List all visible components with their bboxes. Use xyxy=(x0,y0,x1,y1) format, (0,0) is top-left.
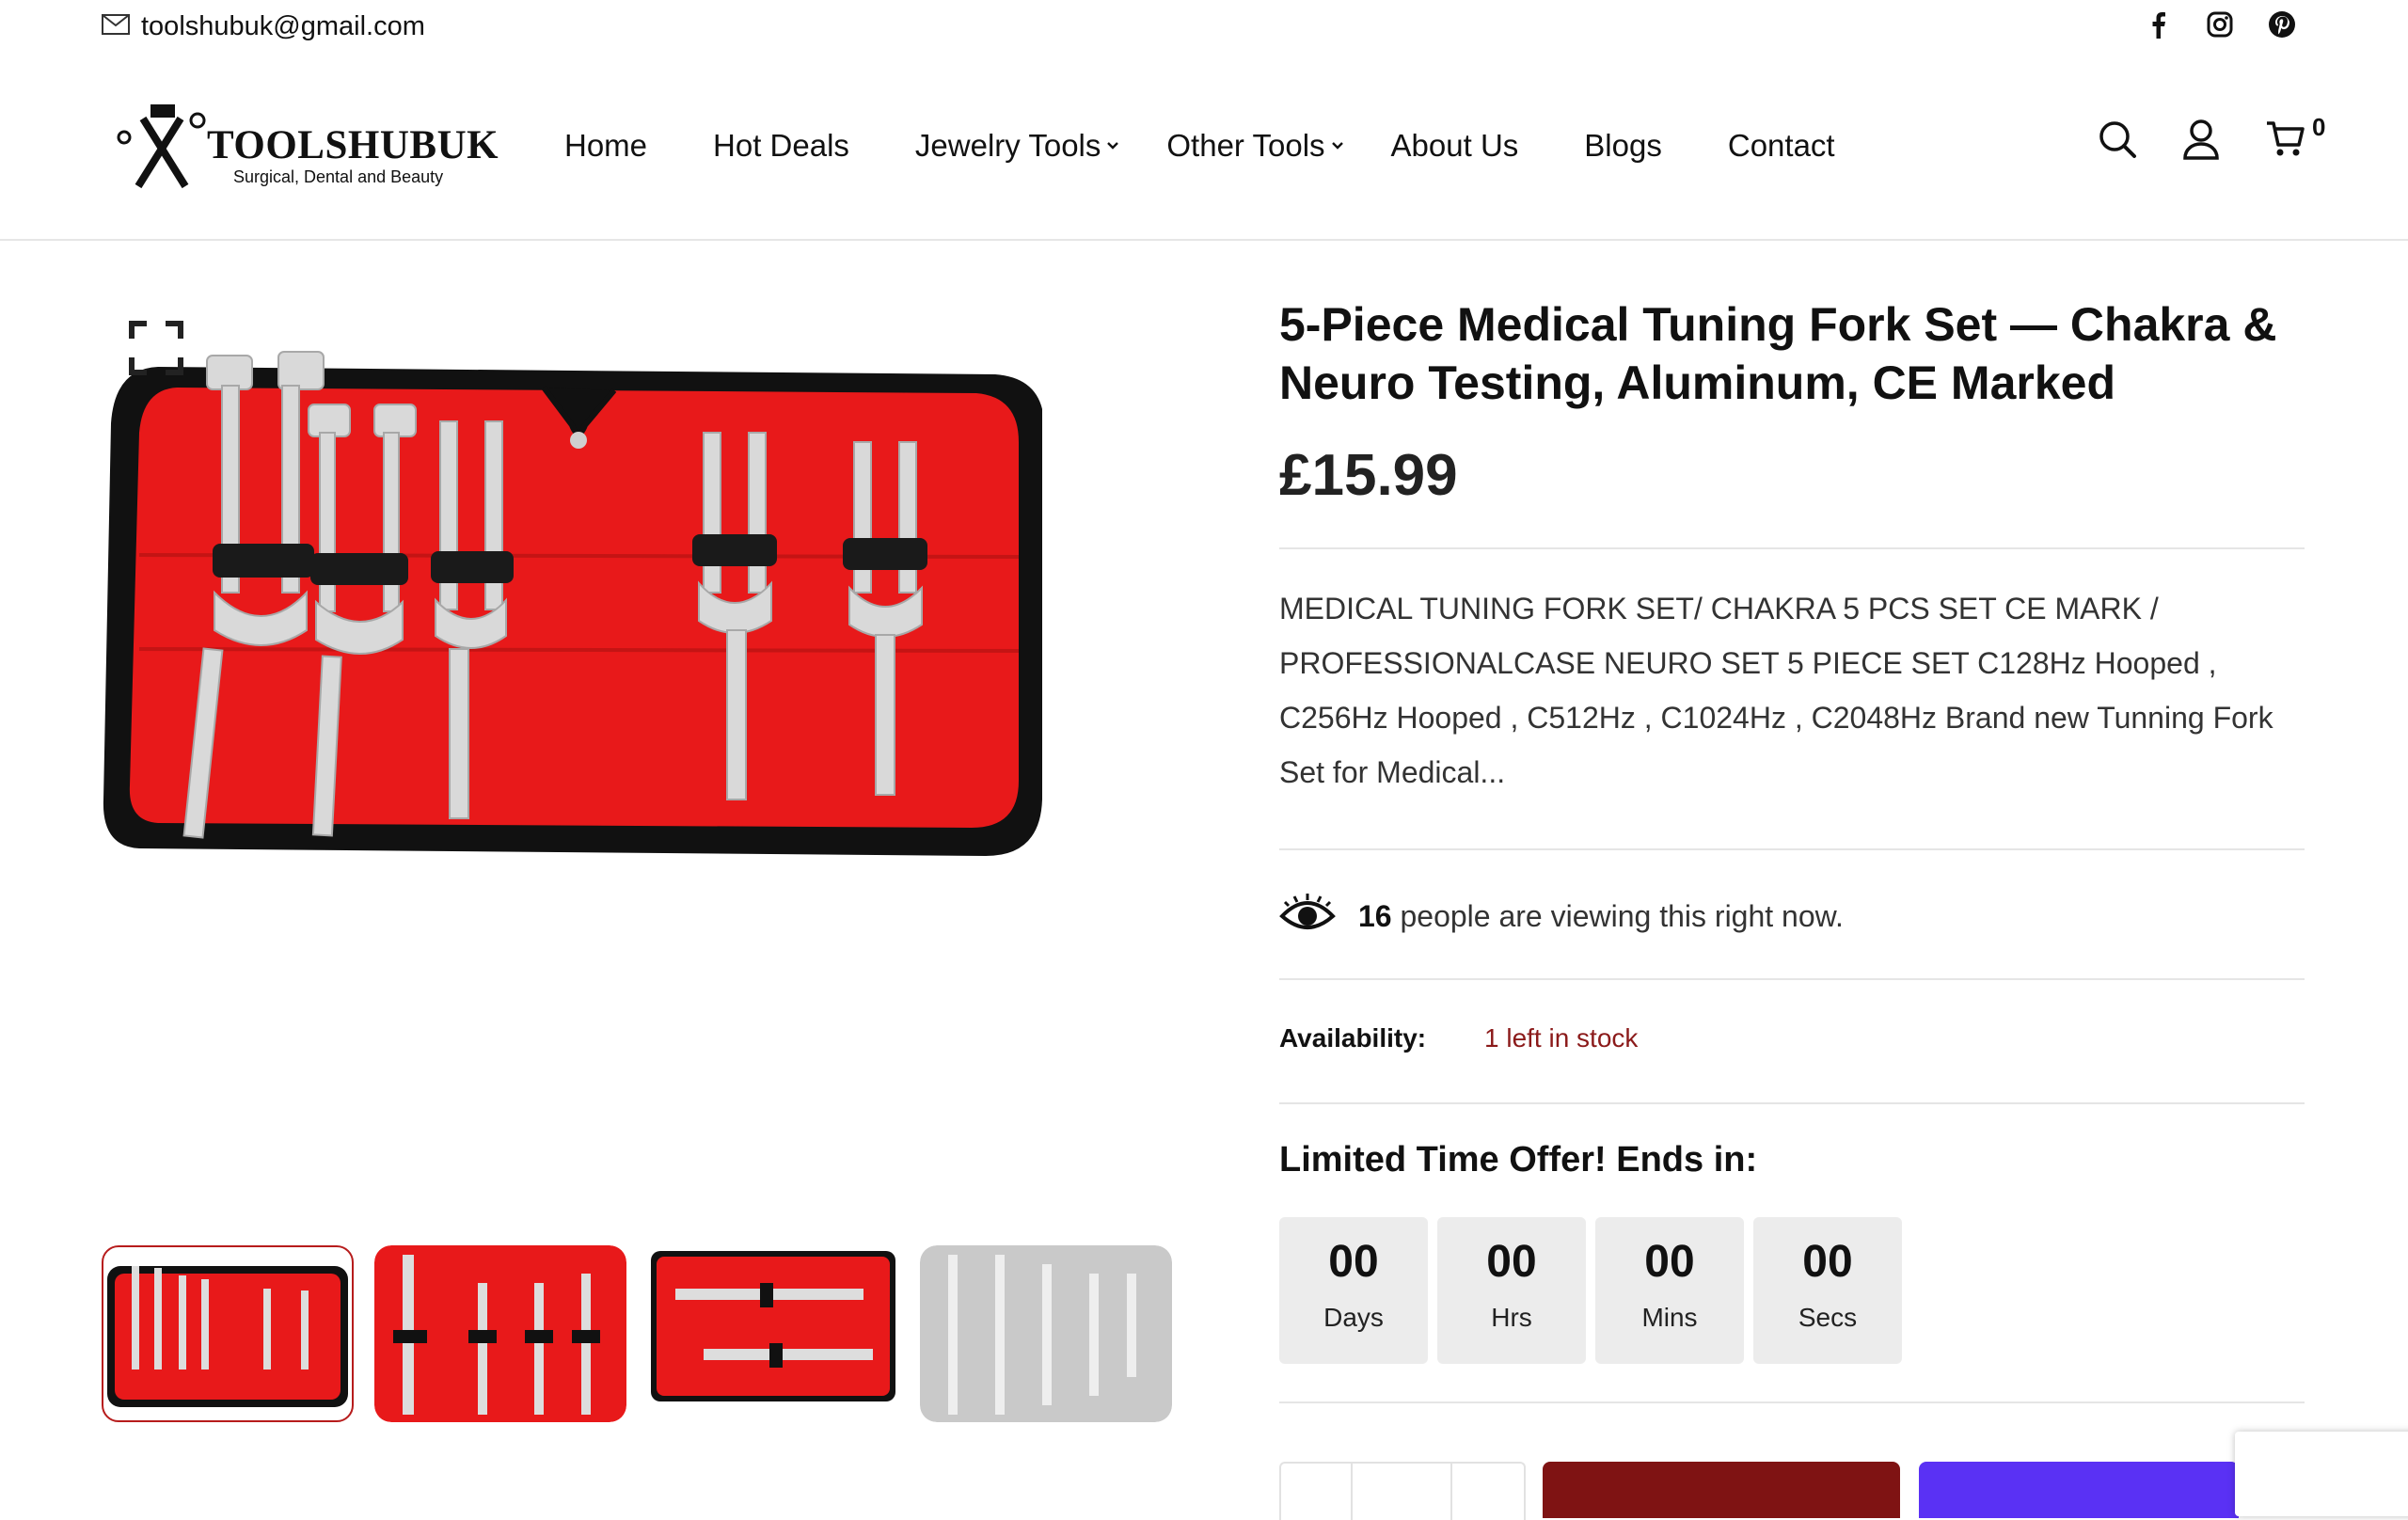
divider xyxy=(1279,1102,2305,1104)
nav-home[interactable]: Home xyxy=(564,128,647,164)
buy-now-button[interactable] xyxy=(1919,1462,2239,1518)
offer-title: Limited Time Offer! Ends in: xyxy=(1279,1140,1758,1180)
quantity-stepper[interactable] xyxy=(1279,1462,1526,1520)
nav-blogs[interactable]: Blogs xyxy=(1584,128,1662,164)
top-bar: toolshubuk@gmail.com xyxy=(0,0,2408,53)
countdown-unit: Mins xyxy=(1641,1303,1698,1332)
countdown-unit: Days xyxy=(1323,1303,1384,1332)
nav-hot-deals[interactable]: Hot Deals xyxy=(713,128,849,164)
email-text: toolshubuk@gmail.com xyxy=(141,11,425,41)
divider xyxy=(1279,547,2305,549)
account-icon[interactable] xyxy=(2182,119,2220,165)
cart-icon xyxy=(2267,121,2305,156)
thumbnail-2[interactable] xyxy=(374,1245,626,1422)
countdown-timer: 00 Days 00 Hrs 00 Mins 00 Secs xyxy=(1279,1217,1902,1364)
countdown-hours: 00 Hrs xyxy=(1437,1217,1586,1364)
live-viewers: 16 people are viewing this right now. xyxy=(1279,892,1844,941)
divider xyxy=(1279,978,2305,980)
nav-about-us[interactable]: About Us xyxy=(1391,128,1519,164)
product-main-image[interactable] xyxy=(102,310,1045,875)
thumbnail-strip xyxy=(102,1245,1172,1422)
countdown-unit: Secs xyxy=(1798,1303,1858,1332)
availability-label: Availability: xyxy=(1279,1023,1427,1053)
logo-brand-text: TOOLSHUBUK xyxy=(207,123,499,167)
thumbnail-1[interactable] xyxy=(102,1245,354,1422)
nav-label: Blogs xyxy=(1584,128,1662,163)
product-price: £15.99 xyxy=(1279,443,1458,508)
countdown-value: 00 xyxy=(1644,1237,1695,1287)
chevron-down-icon xyxy=(1107,142,1119,150)
product-title: 5-Piece Medical Tuning Fork Set — Chakra… xyxy=(1279,298,2277,409)
logo-mark-icon xyxy=(117,104,206,189)
thumbnail-4[interactable] xyxy=(920,1245,1172,1422)
divider xyxy=(1450,1464,1452,1520)
contact-email[interactable]: toolshubuk@gmail.com xyxy=(102,11,425,42)
availability: Availability: 1 left in stock xyxy=(1279,1023,1638,1053)
product-description: MEDICAL TUNING FORK SET/ CHAKRA 5 PCS SE… xyxy=(1279,592,2273,789)
nav-jewelry-tools[interactable]: Jewelry Tools xyxy=(915,128,1119,164)
nav-label: Contact xyxy=(1727,128,1835,163)
envelope-icon xyxy=(102,11,130,42)
facebook-icon[interactable] xyxy=(2143,9,2173,40)
cart-count: 0 xyxy=(2312,113,2326,141)
social-links xyxy=(2143,9,2297,40)
countdown-seconds: 00 Secs xyxy=(1753,1217,1902,1364)
expand-fullscreen-icon[interactable] xyxy=(128,320,184,376)
site-header: TOOLSHUBUK Surgical, Dental and Beauty H… xyxy=(0,53,2408,241)
nav-contact[interactable]: Contact xyxy=(1728,128,1835,164)
nav-label: Home xyxy=(564,128,648,163)
site-logo[interactable]: TOOLSHUBUK Surgical, Dental and Beauty xyxy=(115,100,499,203)
logo-tagline: Surgical, Dental and Beauty xyxy=(233,167,444,186)
availability-value: 1 left in stock xyxy=(1484,1023,1639,1053)
divider xyxy=(1279,848,2305,850)
search-icon[interactable] xyxy=(2098,119,2137,164)
add-to-cart-button[interactable] xyxy=(1543,1462,1900,1518)
countdown-days: 00 Days xyxy=(1279,1217,1428,1364)
nav-label: About Us xyxy=(1390,128,1519,163)
divider xyxy=(1351,1464,1353,1520)
countdown-minutes: 00 Mins xyxy=(1595,1217,1744,1364)
countdown-value: 00 xyxy=(1486,1237,1537,1287)
countdown-value: 00 xyxy=(1802,1237,1853,1287)
cart-button[interactable]: 0 xyxy=(2265,113,2325,163)
pinterest-icon[interactable] xyxy=(2267,9,2297,40)
divider xyxy=(1279,1401,2305,1403)
countdown-unit: Hrs xyxy=(1491,1303,1532,1332)
chevron-down-icon xyxy=(1331,142,1343,150)
nav-label: Hot Deals xyxy=(713,128,849,163)
recaptcha-badge xyxy=(2235,1432,2408,1516)
header-actions: 0 xyxy=(2098,113,2325,165)
eye-icon xyxy=(1279,892,1336,941)
nav-label: Jewelry Tools xyxy=(914,128,1101,163)
countdown-value: 00 xyxy=(1328,1237,1379,1287)
nav-other-tools[interactable]: Other Tools xyxy=(1166,128,1343,164)
instagram-icon[interactable] xyxy=(2205,9,2235,40)
thumbnail-3[interactable] xyxy=(647,1245,899,1422)
viewing-text: people are viewing this right now. xyxy=(1400,898,1844,933)
main-nav: Home Hot Deals Jewelry Tools Other Tools… xyxy=(564,128,1901,164)
viewer-count: 16 xyxy=(1358,898,1392,933)
nav-label: Other Tools xyxy=(1166,128,1325,163)
